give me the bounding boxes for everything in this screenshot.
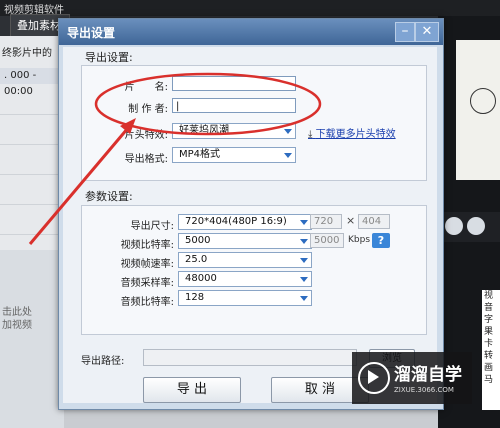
chevron-down-icon [300, 258, 308, 263]
output-path-field[interactable] [143, 349, 357, 366]
name-input[interactable] [172, 76, 296, 91]
close-icon[interactable]: ✕ [415, 22, 439, 42]
time-range[interactable]: . 000 - 00:00 [0, 68, 66, 97]
intro-effect-select[interactable]: 好莱坞风潮 [172, 123, 296, 139]
add-video-label: 击此处 加视频 [2, 307, 32, 331]
list-row [0, 190, 64, 205]
stop-icon[interactable] [467, 217, 485, 235]
bitrate-unit: Kbps [348, 235, 371, 245]
download-icon: ⤓ [308, 129, 313, 140]
export-group-title: 导出设置: [85, 51, 133, 64]
chevron-down-icon [300, 277, 308, 282]
list-row [0, 220, 64, 235]
chevron-down-icon [300, 296, 308, 301]
intro-effect-label: 片头特效: [124, 130, 168, 141]
framerate-select[interactable]: 25.0 [178, 252, 312, 268]
minimize-icon[interactable]: – [395, 22, 415, 42]
samplerate-select[interactable]: 48000 [178, 271, 312, 287]
dialog-title-bar[interactable]: 导出设置 – ✕ [59, 19, 443, 45]
app-title-bar: 视频剪辑软件 [0, 0, 500, 16]
video-bitrate-label: 视频比特率: [120, 240, 174, 251]
custom-bitrate-field: 5000 [310, 233, 344, 248]
times-symbol: × [346, 214, 356, 227]
player-controls [441, 212, 500, 242]
video-bitrate-select[interactable]: 5000 [178, 233, 312, 249]
play-icon [368, 370, 379, 384]
framerate-label: 视频帧速率: [120, 259, 174, 270]
chevron-down-icon [300, 220, 308, 225]
watermark-title: 溜溜自学 [394, 365, 462, 385]
audio-bitrate-label: 音频比特率: [120, 297, 174, 308]
size-label: 导出尺寸: [130, 221, 174, 232]
download-effects-link[interactable]: ⤓ 下载更多片头特效 [308, 125, 396, 140]
watermark: 溜溜自学 ZIXUE.3066.COM [352, 352, 472, 404]
chevron-down-icon [300, 239, 308, 244]
export-settings-group: 片 名: 制 作 者: | 片头特效: 好莱坞风潮 ⤓ 下载更多片头特效 导出格… [81, 65, 427, 181]
list-row [0, 130, 64, 145]
param-settings-group: 导出尺寸: 720*404(480P 16:9) 720 × 404 视频比特率… [81, 205, 427, 335]
watermark-subtitle: ZIXUE.3066.COM [394, 386, 454, 394]
export-button[interactable]: 导 出 [143, 377, 241, 403]
audio-bitrate-select[interactable]: 128 [178, 290, 312, 306]
size-select[interactable]: 720*404(480P 16:9) [178, 214, 312, 230]
name-label: 片 名: [124, 82, 168, 93]
chevron-down-icon [284, 153, 292, 158]
play-icon[interactable] [445, 217, 463, 235]
format-select[interactable]: MP4格式 [172, 147, 296, 163]
help-icon[interactable]: ? [372, 233, 390, 248]
author-input[interactable]: | [172, 98, 296, 113]
height-field: 404 [358, 214, 390, 229]
chevron-down-icon [284, 129, 292, 134]
author-label: 制 作 者: [128, 104, 168, 115]
dialog-body: 导出设置: 片 名: 制 作 者: | 片头特效: 好莱坞风潮 ⤓ 下载更多片头… [63, 47, 437, 403]
param-group-title: 参数设置: [85, 190, 133, 203]
left-panel-caption: 终影片中的 [2, 48, 52, 59]
list-row [0, 100, 64, 115]
list-row [0, 160, 64, 175]
add-video-area[interactable] [0, 250, 64, 428]
samplerate-label: 音频采样率: [120, 278, 174, 289]
format-label: 导出格式: [124, 154, 168, 165]
face-sketch-icon [470, 88, 496, 114]
width-field: 720 [310, 214, 342, 229]
side-tool-panel: 视 音 字 果 卡 转 画 马 [482, 290, 500, 410]
output-path-label: 导出路径: [81, 356, 125, 367]
dialog-title: 导出设置 [67, 26, 116, 40]
